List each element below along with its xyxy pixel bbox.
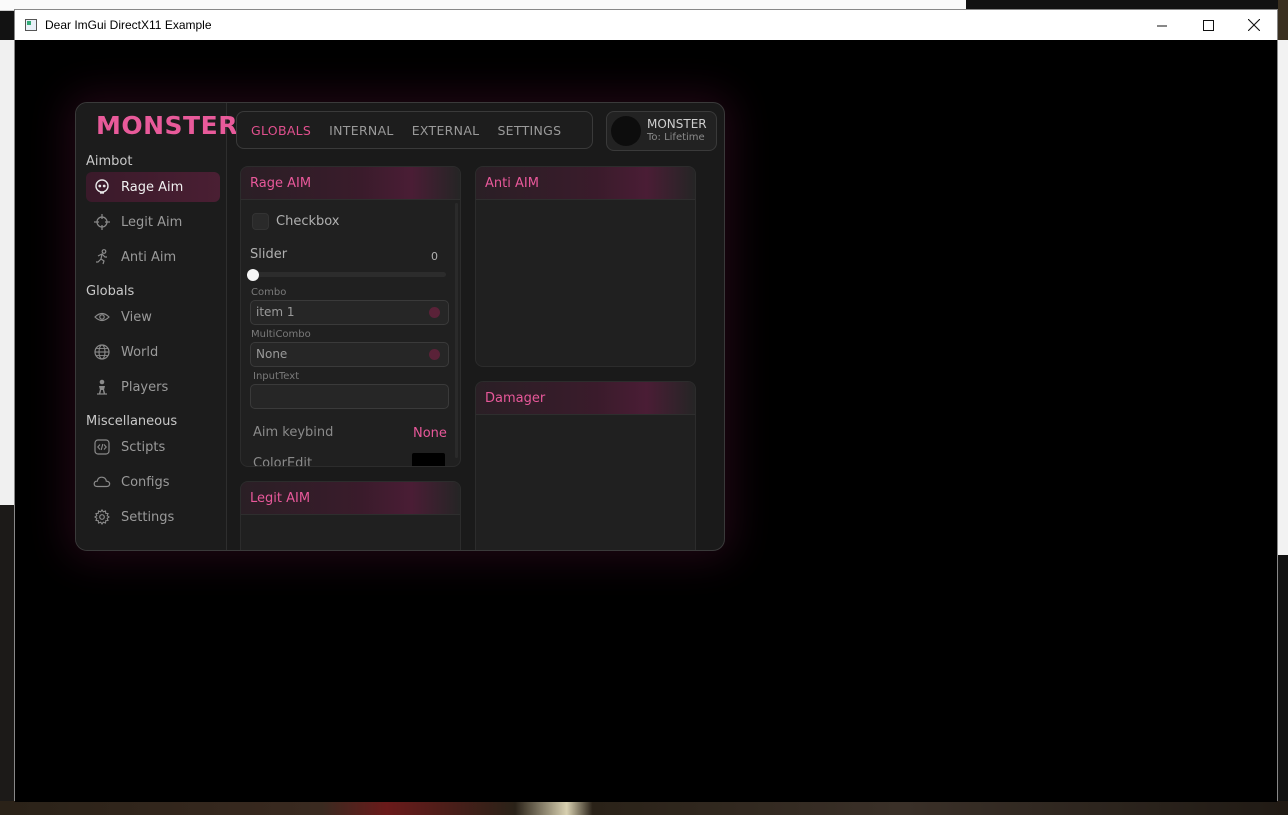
minimize-button[interactable]: [1139, 10, 1185, 40]
inputtext-field[interactable]: [250, 384, 449, 409]
logo: MONSTER: [96, 111, 238, 140]
color-swatch[interactable]: [412, 453, 445, 466]
sidebar-item-label: Configs: [121, 474, 170, 490]
sidebar-item-configs[interactable]: Configs: [86, 467, 220, 497]
coloredit-label: ColorEdit: [253, 456, 313, 467]
profile-name: MONSTER: [647, 117, 707, 131]
sidebar-item-label: Rage Aim: [121, 179, 184, 195]
combo-select[interactable]: item 1: [250, 300, 449, 325]
keybind-button[interactable]: None: [413, 426, 447, 441]
background-taskbar-strip: [0, 801, 1288, 815]
damager-card: Damager: [475, 381, 696, 550]
sidebar-item-players[interactable]: Players: [86, 372, 220, 402]
background-desktop-strip: [1278, 0, 1288, 40]
section-aimbot: Aimbot: [86, 154, 133, 169]
person-icon: [93, 378, 111, 396]
crosshair-icon: [93, 213, 111, 231]
card-title: Anti AIM: [476, 167, 695, 200]
slider-value: 0: [431, 250, 438, 263]
sidebar-item-rage-aim[interactable]: Rage Aim: [86, 172, 220, 202]
avatar: [611, 116, 641, 146]
slider-label: Slider: [250, 247, 288, 262]
card-title: Damager: [476, 382, 695, 415]
slider-track[interactable]: [251, 272, 446, 277]
title-bar[interactable]: Dear ImGui DirectX11 Example: [15, 10, 1277, 40]
rage-aim-card: Rage AIM Checkbox Slider 0 Combo item 1 …: [240, 166, 461, 467]
dropdown-indicator-icon: [429, 307, 440, 318]
legit-aim-card: Legit AIM: [240, 481, 461, 550]
window-title: Dear ImGui DirectX11 Example: [45, 18, 212, 32]
sidebar-item-label: World: [121, 344, 159, 360]
skull-icon: [93, 178, 111, 196]
globe-icon: [93, 343, 111, 361]
sidebar-item-legit-aim[interactable]: Legit Aim: [86, 207, 220, 237]
sidebar-item-label: Legit Aim: [121, 214, 183, 230]
tab-external[interactable]: EXTERNAL: [412, 123, 480, 138]
sidebar-item-label: View: [121, 309, 152, 325]
gear-icon: [93, 508, 111, 526]
cloud-icon: [93, 473, 111, 491]
anti-aim-card: Anti AIM: [475, 166, 696, 367]
multicombo-value: None: [256, 347, 288, 361]
app-icon: [25, 19, 37, 31]
keybind-label: Aim keybind: [253, 425, 334, 440]
combo-value: item 1: [256, 305, 295, 319]
minimize-icon: [1156, 25, 1167, 26]
combo-label: Combo: [251, 287, 287, 298]
multicombo-select[interactable]: None: [250, 342, 449, 367]
sidebar-item-label: Players: [121, 379, 169, 395]
scrollbar[interactable]: [455, 203, 458, 458]
card-title: Rage AIM: [241, 167, 460, 200]
sidebar-item-label: Anti Aim: [121, 249, 177, 265]
profile-card[interactable]: MONSTER To: Lifetime: [606, 111, 717, 151]
slider-handle[interactable]: [247, 269, 259, 281]
tab-globals[interactable]: GLOBALS: [251, 123, 311, 138]
section-globals: Globals: [86, 284, 135, 299]
running-man-icon: [93, 248, 111, 266]
checkbox-label: Checkbox: [276, 214, 340, 229]
section-miscellaneous: Miscellaneous: [86, 414, 178, 429]
maximize-icon: [1202, 19, 1214, 31]
sidebar: MONSTER Aimbot Rage Aim Legit Aim Anti A…: [76, 103, 237, 550]
client-area: MONSTER Aimbot Rage Aim Legit Aim Anti A…: [15, 40, 1277, 802]
menu-panel: MONSTER Aimbot Rage Aim Legit Aim Anti A…: [75, 102, 725, 551]
code-icon: [93, 438, 111, 456]
dropdown-indicator-icon: [429, 349, 440, 360]
sidebar-item-view[interactable]: View: [86, 302, 220, 332]
sidebar-item-world[interactable]: World: [86, 337, 220, 367]
sidebar-item-settings[interactable]: Settings: [86, 502, 220, 532]
inputtext-label: InputText: [253, 371, 300, 382]
sidebar-item-anti-aim[interactable]: Anti Aim: [86, 242, 220, 272]
eye-icon: [93, 308, 111, 326]
tab-internal[interactable]: INTERNAL: [329, 123, 394, 138]
app-window: Dear ImGui DirectX11 Example MONSTER Aim…: [14, 9, 1278, 802]
multicombo-label: MultiCombo: [251, 329, 311, 340]
profile-subscription: To: Lifetime: [647, 132, 705, 143]
close-button[interactable]: [1231, 10, 1277, 40]
checkbox[interactable]: [252, 213, 269, 230]
tab-bar: GLOBALS INTERNAL EXTERNAL SETTINGS: [236, 111, 593, 149]
close-icon: [1248, 19, 1260, 31]
background-window-edge-right: [1278, 40, 1288, 555]
sidebar-item-label: Sctipts: [121, 439, 166, 455]
card-title: Legit AIM: [241, 482, 460, 515]
tab-settings[interactable]: SETTINGS: [497, 123, 561, 138]
sidebar-item-scripts[interactable]: Sctipts: [86, 432, 220, 462]
maximize-button[interactable]: [1185, 10, 1231, 40]
sidebar-item-label: Settings: [121, 509, 175, 525]
background-window-edge-left: [0, 40, 14, 505]
